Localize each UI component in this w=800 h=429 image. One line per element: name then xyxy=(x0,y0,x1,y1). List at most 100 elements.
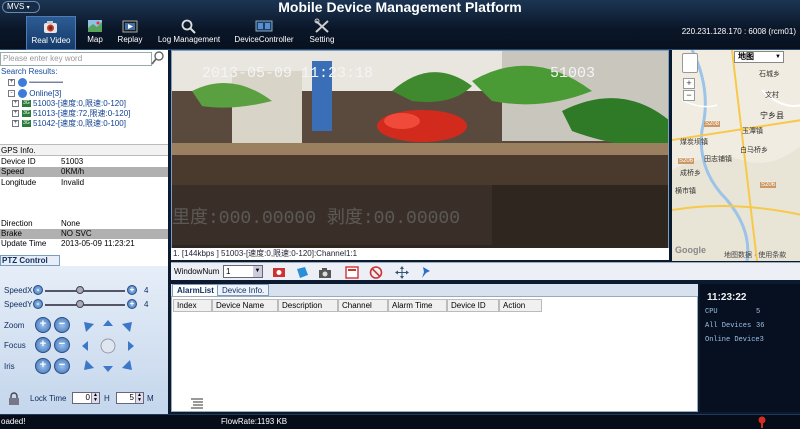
gps-key: Direction xyxy=(1,219,33,228)
tab-alarm-list[interactable]: AlarmList xyxy=(172,284,219,296)
expand-icon[interactable]: + xyxy=(12,100,19,108)
clock: 11:23:22 xyxy=(707,292,747,303)
focus-in-button[interactable]: + xyxy=(35,337,51,353)
focus-out-button[interactable]: − xyxy=(54,337,70,353)
tree-device-item[interactable]: +3G 51013-[速度:72,限速:0-120] xyxy=(12,109,130,119)
stepper-arrows-icon[interactable]: ▲ ▼ xyxy=(135,393,143,403)
column-header-action[interactable]: Action xyxy=(499,299,542,312)
column-header-device-name[interactable]: Device Name xyxy=(212,299,278,312)
iris-close-button[interactable]: − xyxy=(54,358,70,374)
nav-real-video[interactable]: Real Video xyxy=(26,16,76,50)
iris-open-button[interactable]: + xyxy=(35,358,51,374)
speedx-slider-track[interactable] xyxy=(45,290,125,292)
gps-value: None xyxy=(61,219,81,228)
expand-icon[interactable]: + xyxy=(12,110,19,118)
record-icon[interactable] xyxy=(272,266,286,279)
nav-replay[interactable]: Replay xyxy=(114,16,146,50)
speedx-value: 4 xyxy=(144,286,149,295)
chevron-down-icon: ▼ xyxy=(775,54,781,60)
speedx-increase-button[interactable]: + xyxy=(127,285,137,295)
street-view-pegman-icon[interactable] xyxy=(682,53,698,73)
ptz-center-button[interactable] xyxy=(100,338,116,354)
window-num-select[interactable]: 1 ▼ xyxy=(223,265,263,278)
pan-right-arrow-icon[interactable] xyxy=(128,341,134,351)
status-text: oaded! xyxy=(1,417,26,426)
expand-icon[interactable]: + xyxy=(8,79,15,87)
speedy-decrease-button[interactable]: - xyxy=(33,299,43,309)
column-header-alarm-time[interactable]: Alarm Time xyxy=(388,299,447,312)
globe-icon xyxy=(18,78,27,88)
window-num-value: 1 xyxy=(226,267,231,276)
video-frame: 2013-05-09 11:23:18 51003 里度:000.00000 剥… xyxy=(172,51,668,257)
all-devices-value: 36 xyxy=(756,322,765,330)
speedx-slider-knob[interactable] xyxy=(76,286,84,294)
lock-hours-stepper[interactable]: 0 ▲ ▼ xyxy=(72,392,100,404)
nav-log-management[interactable]: Log Management xyxy=(156,16,222,50)
mvs-menu-button[interactable]: MVS ▾ xyxy=(2,1,40,13)
video-player[interactable]: 2013-05-09 11:23:18 51003 里度:000.00000 剥… xyxy=(171,50,669,258)
settings-icon xyxy=(314,18,329,33)
gps-row-update-time: Update Time 2013-05-09 11:23:21 xyxy=(0,239,168,249)
ptz-direction-pad[interactable] xyxy=(80,318,136,374)
map-logo: Google xyxy=(675,245,706,255)
pan-up-arrow-icon[interactable] xyxy=(103,320,113,326)
column-header-description[interactable]: Description xyxy=(278,299,338,312)
zoom-in-button[interactable]: + xyxy=(35,317,51,333)
window-num-label: WindowNum xyxy=(174,267,220,276)
pan-up-left-arrow-icon[interactable] xyxy=(84,322,94,332)
app-title: Mobile Device Management Platform xyxy=(278,0,522,15)
search-icon[interactable] xyxy=(151,50,165,66)
list-options-icon[interactable] xyxy=(190,397,204,409)
fullscreen-icon[interactable] xyxy=(345,266,359,279)
tree-device-item[interactable]: +3G 51003-[速度:0,限速:0-120] xyxy=(12,99,126,109)
nav-label: Replay xyxy=(117,35,143,44)
pan-down-right-arrow-icon[interactable] xyxy=(122,360,132,370)
column-header-index[interactable]: Index xyxy=(173,299,212,312)
system-info-panel: 11:23:22 CPU 5 All Devices 36 Online Dev… xyxy=(700,284,800,412)
speedy-increase-button[interactable]: + xyxy=(127,299,137,309)
speedx-decrease-button[interactable]: - xyxy=(33,285,43,295)
tab-device-info[interactable]: Device Info. xyxy=(217,284,270,296)
column-header-device-id[interactable]: Device ID xyxy=(447,299,499,312)
video-caption: 1. [144kbps ] 51003-[速度:0,限速:0-120]:Chan… xyxy=(171,248,669,260)
gps-value: 0KM/h xyxy=(61,167,85,176)
pan-up-right-arrow-icon[interactable] xyxy=(122,322,132,332)
map-zoom-out-button[interactable]: − xyxy=(683,90,695,101)
lock-hours-value: 0 xyxy=(85,393,90,402)
device-label: 51003-[速度:0,限速:0-120] xyxy=(33,99,126,108)
lock-minutes-stepper[interactable]: 5 ▲ ▼ xyxy=(116,392,144,404)
nav-device-controller[interactable]: DeviceController xyxy=(233,16,295,50)
nav-map[interactable]: Map xyxy=(80,16,110,50)
expand-icon[interactable]: + xyxy=(12,120,19,128)
pan-left-arrow-icon[interactable] xyxy=(82,341,88,351)
pin-icon[interactable] xyxy=(419,266,433,279)
tree-root[interactable]: + ━━━━━━━ xyxy=(8,78,63,88)
controller-icon xyxy=(255,20,273,32)
camera-capture-icon[interactable] xyxy=(318,266,332,279)
stepper-arrows-icon[interactable]: ▲ ▼ xyxy=(91,393,99,403)
tree-device-item[interactable]: +3G 51042-[速度:0,限速:0-100] xyxy=(12,119,126,129)
speedy-slider-track[interactable] xyxy=(45,304,125,306)
speedy-slider-knob[interactable] xyxy=(76,300,84,308)
zoom-out-button[interactable]: − xyxy=(54,317,70,333)
gps-value: 2013-05-09 11:23:21 xyxy=(61,239,135,248)
pan-down-arrow-icon[interactable] xyxy=(103,366,113,372)
zoom-label: Zoom xyxy=(4,321,25,330)
map-type-select[interactable]: 地图 ▼ xyxy=(734,51,784,63)
tree-online-node[interactable]: - Online[3] xyxy=(8,89,61,99)
map-copyright[interactable]: 地图数据 · 使用条款 xyxy=(724,250,786,260)
gps-row-brake: Brake NO SVC xyxy=(0,229,168,239)
snapshot-icon[interactable] xyxy=(295,266,309,279)
tab-ptz-control[interactable]: PTZ Control xyxy=(0,255,60,266)
pan-down-left-arrow-icon[interactable] xyxy=(84,360,94,370)
map-zoom-in-button[interactable]: + xyxy=(683,78,695,89)
alarm-indicator-icon[interactable] xyxy=(757,416,767,429)
column-header-channel[interactable]: Channel xyxy=(338,299,388,312)
search-input[interactable]: Please enter key word xyxy=(0,52,152,66)
move-icon[interactable] xyxy=(395,266,409,279)
map-view[interactable]: + − 地图 ▼ 石城乡 文村 宁乡县 玉潭镇 煤炭坝镇 白马桥乡 田志铺镇 成桥… xyxy=(670,50,800,261)
stop-all-icon[interactable] xyxy=(369,266,383,279)
nav-setting[interactable]: Setting xyxy=(305,16,339,50)
collapse-icon[interactable]: - xyxy=(8,90,15,98)
chevron-down-icon: ▼ xyxy=(253,266,262,277)
